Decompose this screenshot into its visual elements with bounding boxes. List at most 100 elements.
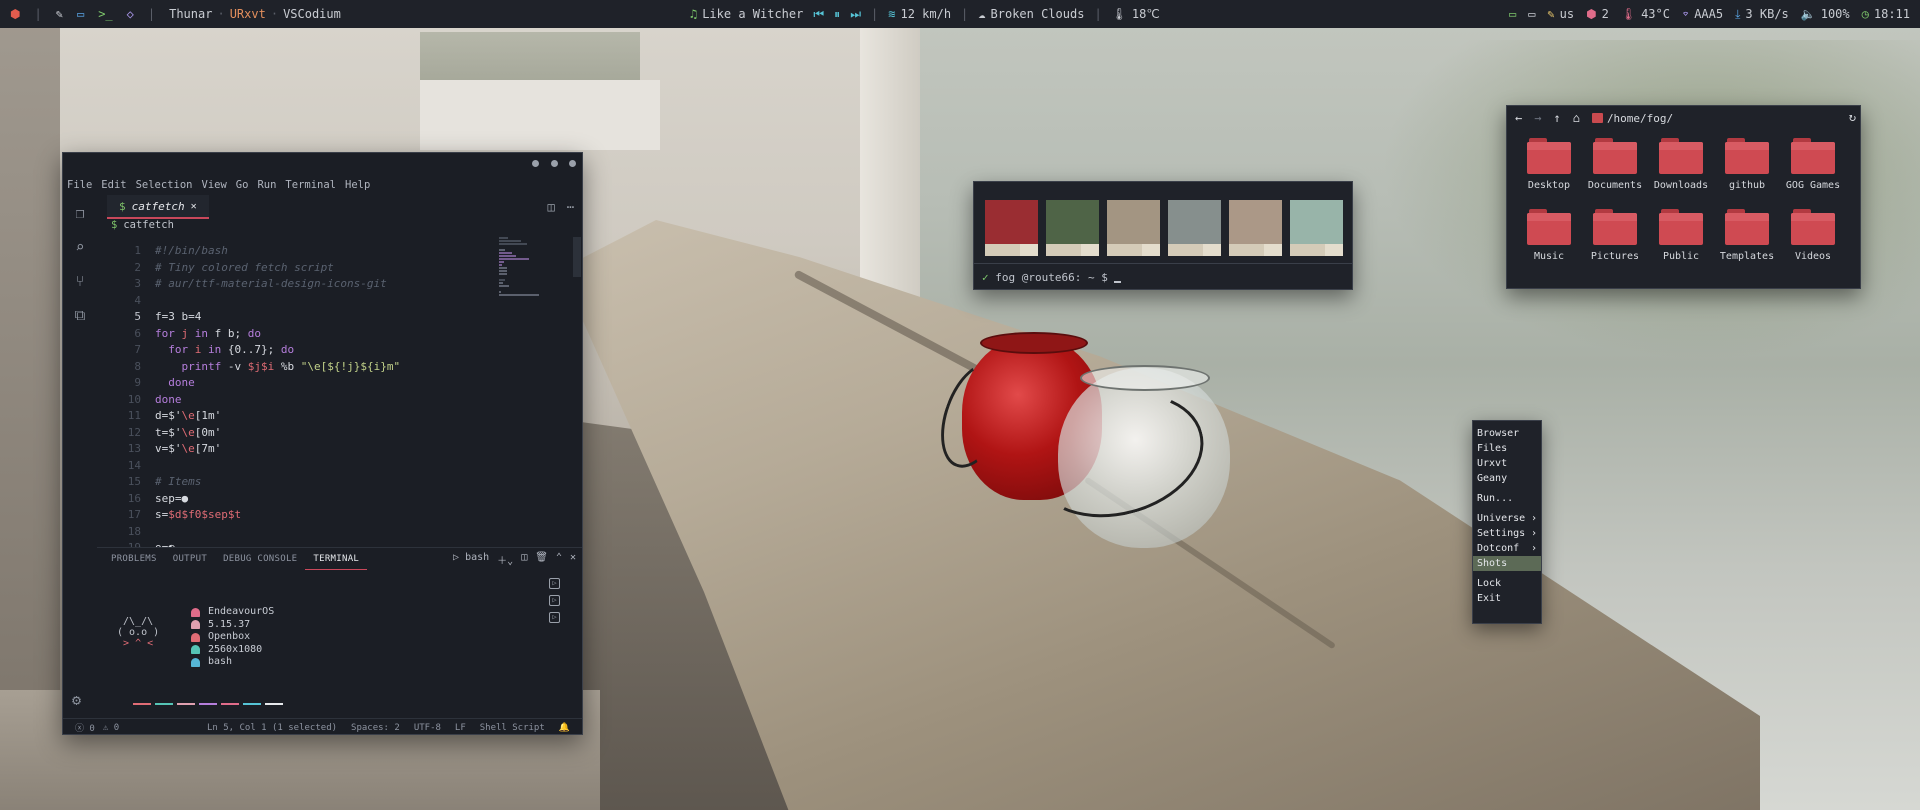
media-pause-icon[interactable]: ⏸ [834,7,840,22]
clock-widget[interactable]: ◷ 18:11 [1862,7,1910,21]
tab-output[interactable]: OUTPUT [165,548,215,570]
terminal-instance-icon[interactable]: ▷ [549,612,560,623]
indentation-status[interactable]: Spaces: 2 [351,723,400,733]
volume-widget[interactable]: 🔈 100% [1801,7,1850,21]
reload-icon[interactable]: ↻ [1849,110,1856,124]
keyboard-layout: us [1559,7,1575,21]
language-mode[interactable]: Shell Script [480,723,545,733]
window-titlebar[interactable] [63,153,582,175]
split-terminal-icon[interactable]: ◫ [521,552,527,567]
menu-item-lock[interactable]: Lock [1473,576,1541,591]
swatch-base [1290,244,1343,256]
up-arrow-icon[interactable]: ↑ [1553,111,1560,125]
menu-run[interactable]: Run [257,179,276,191]
window-urxvt[interactable]: URxvt [230,7,266,21]
menu-item-exit[interactable]: Exit [1473,591,1541,606]
menu-edit[interactable]: Edit [101,179,126,191]
source-control-icon[interactable]: ⑂ [72,273,88,289]
back-arrow-icon[interactable]: ← [1515,111,1522,125]
explorer-icon[interactable]: ❐ [72,205,88,221]
split-editor-icon[interactable]: ◫ [548,200,555,214]
menu-item-label: Geany [1477,473,1508,484]
tab-debug-console[interactable]: DEBUG CONSOLE [215,548,305,570]
search-icon[interactable]: ⌕ [72,239,88,255]
ghost-icon [191,645,200,655]
settings-gear-icon[interactable]: ⚙ [72,691,81,709]
more-actions-icon[interactable]: ⋯ [567,200,574,214]
kill-terminal-icon[interactable]: 🗑 [535,552,548,567]
warnings-status[interactable]: ⚠ 0 [103,723,119,733]
cursor-position[interactable]: Ln 5, Col 1 (1 selected) [207,723,337,733]
terminal-instance-icon[interactable]: ▷ [549,578,560,589]
terminal-instance-icon[interactable]: ▷ [549,595,560,606]
menu-item-files[interactable]: Files [1473,441,1541,456]
folder-item-music[interactable]: Music [1516,209,1582,273]
media-prev-icon[interactable]: ⏮ [813,7,824,22]
updates-widget[interactable]: ⬢ 2 [1586,7,1609,21]
menu-item-universe[interactable]: Universe › [1473,511,1541,526]
menu-item-geany[interactable]: Geany [1473,471,1541,486]
menu-view[interactable]: View [202,179,227,191]
keyboard-layout-widget[interactable]: ✎ us [1547,7,1574,21]
edit-icon[interactable]: ✎ [56,7,63,21]
menu-item-urxvt[interactable]: Urxvt [1473,456,1541,471]
display-icon[interactable]: ▭ [1509,7,1516,21]
menu-item-dotconf[interactable]: Dotconf › [1473,541,1541,556]
menu-item-run[interactable]: Run... [1473,491,1541,506]
editor-scrollbar[interactable] [573,237,581,277]
location-bar[interactable]: /home/fog/ [1591,112,1673,125]
menu-selection[interactable]: Selection [136,179,193,191]
home-icon[interactable]: ⌂ [1573,111,1580,125]
folder-item-pictures[interactable]: Pictures [1582,209,1648,273]
monitor-icon[interactable]: ▭ [1528,7,1535,21]
vscodium-window: File Edit Selection View Go Run Terminal Help ❐… [62,152,583,735]
menu-file[interactable]: File [67,179,92,191]
tab-terminal[interactable]: TERMINAL [305,548,368,570]
window-close-button[interactable] [569,160,576,167]
folder-item-videos[interactable]: Videos [1780,209,1846,273]
folder-item-github[interactable]: github [1714,138,1780,202]
tab-close-icon[interactable]: ✕ [191,201,197,212]
wifi-widget[interactable]: ⌔ AAA5 [1682,7,1723,21]
minimap[interactable] [497,237,541,337]
eol-status[interactable]: LF [455,723,466,733]
forward-arrow-icon[interactable]: → [1534,111,1541,125]
menu-item-settings[interactable]: Settings › [1473,526,1541,541]
extensions-icon[interactable]: ⧉ [72,307,88,323]
menu-go[interactable]: Go [236,179,249,191]
openbox-icon[interactable]: ⬢ [10,7,20,21]
folder-icon[interactable]: ▭ [77,7,84,21]
folder-item-downloads[interactable]: Downloads [1648,138,1714,202]
window-maximize-button[interactable] [551,160,558,167]
tab-catfetch[interactable]: $ catfetch ✕ [107,195,209,219]
notifications-bell-icon[interactable]: 🔔 [559,723,570,733]
menu-item-browser[interactable]: Browser [1473,426,1541,441]
close-panel-icon[interactable]: ✕ [570,552,576,567]
folder-item-documents[interactable]: Documents [1582,138,1648,202]
urxvt-palette-window[interactable]: ✓ fog @route66: ~ $ [973,181,1353,290]
terminal-output[interactable]: /\_/\ ( o.o ) > ^ < EndeavourOS 5.15.37 Op… [97,572,537,717]
window-minimize-button[interactable] [532,160,539,167]
code-token: s= [155,508,169,521]
menu-terminal[interactable]: Terminal [285,179,336,191]
terminal-shell-selector[interactable]: ▷ bash [453,552,489,567]
tab-problems[interactable]: PROBLEMS [103,548,165,570]
window-thunar[interactable]: Thunar [169,7,212,21]
folder-item-desktop[interactable]: Desktop [1516,138,1582,202]
folder-item-templates[interactable]: Templates [1714,209,1780,273]
shell-prompt[interactable]: ✓ fog @route66: ~ $ [982,271,1122,284]
menu-help[interactable]: Help [345,179,370,191]
media-player[interactable]: ♫ Like a Witcher [690,7,803,21]
folder-item-gog-games[interactable]: GOG Games [1780,138,1846,202]
menu-item-shots[interactable]: Shots [1473,556,1541,571]
new-terminal-icon[interactable]: ＋⌄ [497,552,513,567]
vscodium-icon[interactable]: ◇ [127,7,134,21]
breadcrumb-file[interactable]: catfetch [123,219,174,235]
maximize-panel-icon[interactable]: ⌃ [556,552,562,567]
terminal-icon[interactable]: >_ [98,7,112,21]
window-vscodium[interactable]: VSCodium [283,7,341,21]
folder-item-public[interactable]: Public [1648,209,1714,273]
encoding-status[interactable]: UTF-8 [414,723,441,733]
errors-status[interactable]: ⓧ 0 [75,721,95,734]
media-next-icon[interactable]: ⏭ [850,7,861,22]
